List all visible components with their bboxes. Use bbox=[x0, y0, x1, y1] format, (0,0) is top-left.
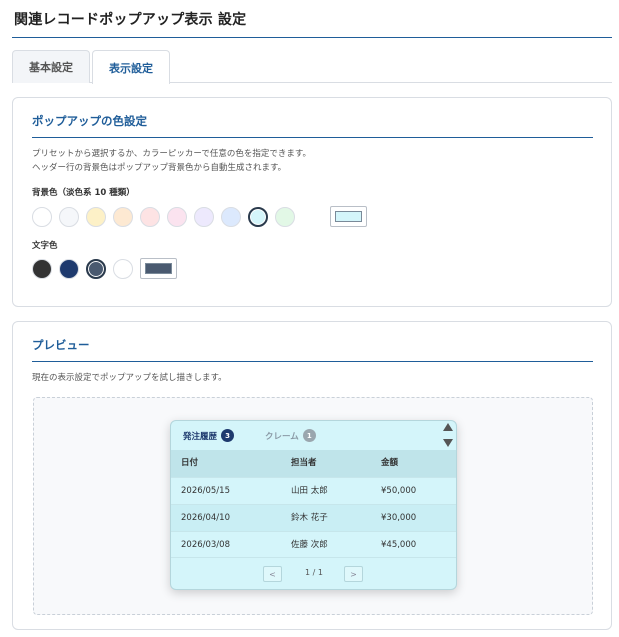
preview-divider bbox=[32, 361, 593, 362]
settings-tabs: 基本設定 表示設定 bbox=[12, 50, 612, 84]
cell-date: 2026/04/10 bbox=[181, 513, 230, 523]
preview-description: 現在の表示設定でポップアップを試し描きします。 bbox=[32, 373, 227, 383]
previous-page-button[interactable]: < bbox=[263, 566, 282, 582]
cell-amount: ¥45,000 bbox=[381, 540, 417, 550]
text-color-label: 文字色 bbox=[32, 241, 58, 251]
popup-tab-order-history[interactable]: 発注履歴 3 bbox=[183, 429, 235, 442]
table-row[interactable]: 2026/05/15 山田 太郎 ¥50,000 bbox=[171, 477, 456, 504]
cell-person: 山田 太郎 bbox=[291, 486, 328, 496]
text-color-swatch[interactable] bbox=[86, 259, 106, 279]
popup-tab-label: クレーム bbox=[265, 431, 299, 442]
text-color-swatch[interactable] bbox=[59, 259, 79, 279]
background-color-swatch[interactable] bbox=[167, 207, 187, 227]
background-color-swatch[interactable] bbox=[194, 207, 214, 227]
cell-person: 鈴木 花子 bbox=[291, 513, 328, 523]
page-info: 1 / 1 bbox=[305, 568, 323, 577]
count-badge: 3 bbox=[221, 429, 235, 442]
cell-date: 2026/03/08 bbox=[181, 540, 230, 550]
title-divider bbox=[12, 37, 612, 38]
tab-basic-settings[interactable]: 基本設定 bbox=[12, 50, 90, 83]
tab-display-settings[interactable]: 表示設定 bbox=[92, 50, 170, 84]
scroll-down-icon[interactable] bbox=[443, 439, 453, 447]
text-color-picker[interactable] bbox=[140, 258, 177, 279]
text-color-picker-fill bbox=[145, 263, 172, 274]
color-settings-card: ポップアップの色設定 プリセットから選択するか、カラーピッカーで任意の色を指定で… bbox=[12, 97, 612, 307]
next-page-button[interactable]: > bbox=[344, 566, 363, 582]
background-color-label: 背景色（淡色系 10 種類） bbox=[32, 188, 135, 198]
popup-tab-label: 発注履歴 bbox=[183, 431, 218, 442]
background-color-swatch[interactable] bbox=[140, 207, 160, 227]
color-settings-description-2: ヘッダー行の背景色はポップアップ背景色から自動生成されます。 bbox=[32, 163, 287, 173]
table-row[interactable]: 2026/04/10 鈴木 花子 ¥30,000 bbox=[171, 504, 456, 531]
background-color-swatch[interactable] bbox=[32, 207, 52, 227]
cell-person: 佐藤 次郎 bbox=[291, 540, 328, 550]
popup-tab-claims[interactable]: クレーム 1 bbox=[265, 429, 316, 442]
background-color-swatch[interactable] bbox=[113, 207, 133, 227]
preview-area: 発注履歴 3 クレーム 1 日付 担当者 金額 2026/05/15 山田 太郎… bbox=[33, 397, 593, 615]
text-color-swatch[interactable] bbox=[32, 259, 52, 279]
column-header-person: 担当者 bbox=[291, 458, 317, 468]
text-color-swatch[interactable] bbox=[113, 259, 133, 279]
pagination: < 1 / 1 > bbox=[171, 564, 456, 584]
cell-date: 2026/05/15 bbox=[181, 486, 230, 496]
page-title: 関連レコードポップアップ表示 設定 bbox=[14, 12, 247, 28]
popup-preview: 発注履歴 3 クレーム 1 日付 担当者 金額 2026/05/15 山田 太郎… bbox=[170, 420, 457, 590]
table-row[interactable]: 2026/03/08 佐藤 次郎 ¥45,000 bbox=[171, 531, 456, 558]
popup-scroll-buttons bbox=[441, 422, 455, 449]
background-color-picker[interactable] bbox=[330, 206, 367, 227]
table-header-row: 日付 担当者 金額 bbox=[171, 450, 456, 477]
preview-heading: プレビュー bbox=[32, 338, 90, 352]
color-settings-heading: ポップアップの色設定 bbox=[32, 114, 147, 128]
column-header-date: 日付 bbox=[181, 458, 199, 468]
scroll-up-icon[interactable] bbox=[443, 423, 453, 431]
background-color-swatch[interactable] bbox=[86, 207, 106, 227]
color-settings-description-1: プリセットから選択するか、カラーピッカーで任意の色を指定できます。 bbox=[32, 149, 311, 159]
background-color-swatch[interactable] bbox=[248, 207, 268, 227]
cell-amount: ¥50,000 bbox=[381, 486, 417, 496]
background-color-swatch[interactable] bbox=[221, 207, 241, 227]
popup-tabs: 発注履歴 3 クレーム 1 bbox=[171, 421, 456, 450]
background-color-swatch[interactable] bbox=[59, 207, 79, 227]
background-color-swatch[interactable] bbox=[275, 207, 295, 227]
column-header-amount: 金額 bbox=[381, 458, 399, 468]
background-color-picker-fill bbox=[335, 211, 362, 222]
count-badge: 1 bbox=[302, 429, 316, 442]
cell-amount: ¥30,000 bbox=[381, 513, 417, 523]
color-settings-divider bbox=[32, 137, 593, 138]
preview-card: プレビュー 現在の表示設定でポップアップを試し描きします。 発注履歴 3 クレー… bbox=[12, 321, 612, 630]
